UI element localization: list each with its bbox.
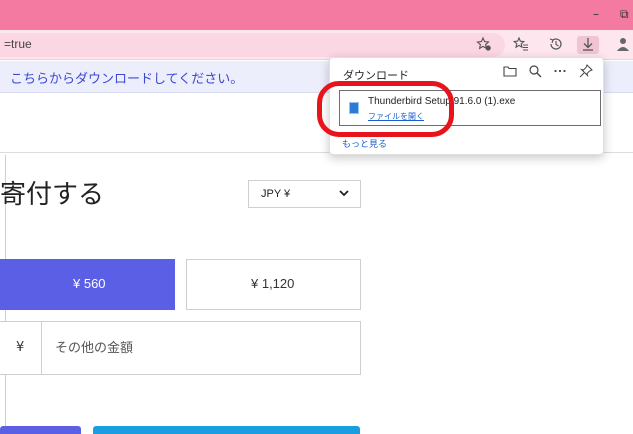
currency-prefix: ¥ (0, 322, 42, 374)
folder-icon[interactable] (502, 64, 518, 80)
other-amount-input[interactable] (55, 338, 345, 358)
search-icon[interactable] (527, 64, 543, 80)
see-more-link[interactable]: もっと見る (342, 137, 387, 150)
amount-button-560[interactable]: ¥ 560 (0, 259, 175, 310)
chevron-down-icon (339, 190, 349, 197)
amount-label: ¥ 1,120 (251, 276, 295, 291)
more-options-icon[interactable] (552, 64, 568, 80)
donate-card-button[interactable] (0, 426, 81, 434)
downloads-icon[interactable] (577, 36, 599, 54)
highlight-annotation (317, 81, 454, 137)
amount-button-1120[interactable]: ¥ 1,120 (186, 259, 361, 310)
minimize-button[interactable]: – (589, 6, 603, 22)
profile-icon[interactable] (614, 36, 632, 54)
restore-button[interactable]: ⧉ (620, 6, 633, 22)
pin-icon[interactable] (578, 64, 594, 80)
donate-heading: 寄付する (0, 180, 105, 210)
favorites-add-icon[interactable] (475, 36, 493, 54)
title-bar: – ⧉ (0, 0, 633, 30)
favorites-icon[interactable] (512, 36, 530, 54)
currency-select[interactable]: JPY ¥ (248, 180, 361, 208)
download-prompt-link[interactable]: こちらからダウンロードしてください。 (10, 68, 243, 87)
currency-value: JPY ¥ (261, 188, 291, 200)
address-bar[interactable]: =true (0, 33, 505, 57)
other-amount-field: ¥ (0, 321, 361, 375)
browser-toolbar: =true (0, 30, 633, 60)
amount-label: ¥ 560 (73, 276, 106, 291)
history-icon[interactable] (547, 36, 565, 54)
yen-symbol: ¥ (16, 340, 25, 355)
address-bar-text: =true (4, 37, 32, 51)
donate-paypal-button[interactable] (93, 426, 360, 434)
